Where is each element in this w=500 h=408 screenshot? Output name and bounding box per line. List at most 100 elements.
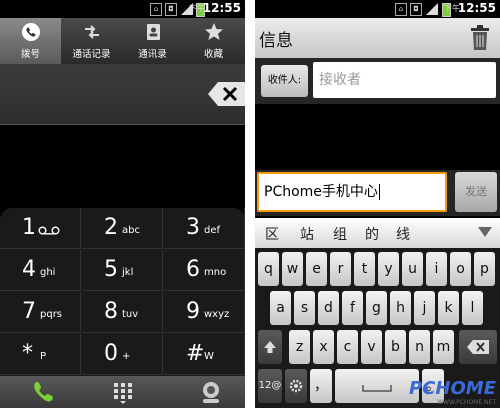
message-input[interactable]: PChome手机中心: [257, 172, 447, 212]
chevron-down-icon[interactable]: [478, 227, 492, 237]
key-6-number: 6: [186, 257, 200, 282]
key-hash[interactable]: # W: [164, 334, 245, 375]
notification-icon: ◘: [410, 3, 422, 16]
key-0[interactable]: 0 +: [82, 334, 163, 375]
key-6[interactable]: 6 mno: [164, 250, 245, 291]
dialpad-icon[interactable]: [112, 381, 134, 405]
backspace-icon[interactable]: [208, 82, 245, 106]
tab-call-log-label: 通话记录: [72, 49, 111, 60]
key-n[interactable]: n: [409, 330, 430, 364]
key-3-letters: def: [204, 225, 221, 236]
key-e[interactable]: e: [306, 252, 327, 286]
space-icon: [362, 385, 392, 392]
tab-contacts-label: 通讯录: [138, 49, 167, 60]
recipient-input[interactable]: 接收者: [313, 62, 496, 98]
space-key[interactable]: [335, 369, 419, 403]
key-c[interactable]: c: [337, 330, 358, 364]
key-3[interactable]: 3 def: [164, 208, 245, 249]
key-r[interactable]: r: [330, 252, 351, 286]
key-d[interactable]: d: [318, 291, 339, 325]
key-1-number: 1: [22, 215, 36, 240]
dialpad: 1 2 abc 3 def 4 ghi 5 jkl 6 mno 7 pqrs 8…: [0, 208, 245, 376]
gear-icon: [289, 379, 303, 393]
key-7[interactable]: 7 pqrs: [0, 292, 81, 333]
key-star[interactable]: * P: [0, 334, 81, 375]
send-button[interactable]: 发送: [455, 172, 497, 212]
usb-icon: ⌂: [150, 3, 162, 16]
watermark-brand: PCHOME: [409, 378, 496, 399]
pchome-watermark: PCHOME WWW.PCHOME.NET: [409, 378, 496, 406]
key-comma[interactable]: ，: [310, 369, 332, 403]
key-5-letters: jkl: [122, 267, 134, 278]
key-7-letters: pqrs: [40, 309, 63, 320]
tab-call-log[interactable]: 通话记录: [61, 18, 122, 64]
candidate-item[interactable]: 站: [300, 224, 314, 244]
key-star-letters: P: [40, 351, 47, 362]
key-b[interactable]: b: [385, 330, 406, 364]
tab-dial[interactable]: 拨号: [0, 18, 61, 64]
recipient-row: 收件人: 接收者: [255, 58, 500, 104]
key-z[interactable]: z: [289, 330, 310, 364]
tab-dial-label: 拨号: [20, 49, 40, 60]
phone-icon: [21, 23, 40, 41]
key-4[interactable]: 4 ghi: [0, 250, 81, 291]
call-icon[interactable]: [30, 379, 56, 405]
dialer-tabs: 拨号 通话记录 通讯录 收藏: [0, 18, 245, 64]
voicemail-button-icon[interactable]: [198, 379, 224, 405]
settings-key[interactable]: [285, 369, 307, 403]
key-9-number: 9: [186, 299, 200, 324]
key-9[interactable]: 9 wxyz: [164, 292, 245, 333]
recipient-button[interactable]: 收件人:: [261, 65, 308, 97]
key-g[interactable]: g: [366, 291, 387, 325]
key-i[interactable]: i: [426, 252, 447, 286]
voicemail-icon: [38, 226, 60, 235]
candidate-item[interactable]: 组: [333, 224, 347, 244]
key-u[interactable]: u: [402, 252, 423, 286]
key-f[interactable]: f: [342, 291, 363, 325]
key-y[interactable]: y: [378, 252, 399, 286]
candidate-item[interactable]: 的: [365, 224, 379, 244]
key-w[interactable]: w: [282, 252, 303, 286]
shift-key[interactable]: [258, 330, 282, 364]
key-m[interactable]: m: [433, 330, 454, 364]
key-p[interactable]: p: [474, 252, 495, 286]
numeric-switch-key[interactable]: 12@: [258, 369, 282, 403]
signal-icon: [426, 3, 438, 15]
key-4-letters: ghi: [40, 267, 56, 278]
key-l[interactable]: l: [462, 291, 483, 325]
key-1[interactable]: 1: [0, 208, 81, 249]
key-8-number: 8: [104, 299, 118, 324]
key-2-letters: abc: [122, 225, 140, 236]
number-display[interactable]: [0, 64, 245, 125]
key-s[interactable]: s: [294, 291, 315, 325]
key-x[interactable]: x: [313, 330, 334, 364]
tab-contacts[interactable]: 通讯录: [122, 18, 183, 64]
key-8[interactable]: 8 tuv: [82, 292, 163, 333]
text-cursor: [378, 184, 380, 200]
delete-key[interactable]: [459, 330, 497, 364]
message-text: PChome手机中心: [264, 184, 378, 200]
key-h[interactable]: h: [390, 291, 411, 325]
key-a[interactable]: a: [270, 291, 291, 325]
key-j[interactable]: j: [414, 291, 435, 325]
keyboard: q w e r t y u i o p a s d f g h j k l z …: [255, 248, 500, 408]
tab-favorites[interactable]: 收藏: [183, 18, 244, 64]
page-title: 信息: [259, 31, 293, 51]
call-log-icon: [84, 25, 99, 39]
tab-favorites-label: 收藏: [203, 49, 223, 60]
key-v[interactable]: v: [361, 330, 382, 364]
key-t[interactable]: t: [354, 252, 375, 286]
trash-icon[interactable]: [470, 25, 490, 51]
key-3-number: 3: [186, 215, 200, 240]
key-5-number: 5: [104, 257, 118, 282]
status-bar: ⌂ ◘ 下午 12:55: [0, 0, 245, 18]
key-star-symbol: *: [22, 341, 33, 366]
key-k[interactable]: k: [438, 291, 459, 325]
key-2[interactable]: 2 abc: [82, 208, 163, 249]
key-o[interactable]: o: [450, 252, 471, 286]
key-7-number: 7: [22, 299, 36, 324]
candidate-item[interactable]: 线: [396, 224, 410, 244]
key-q[interactable]: q: [258, 252, 279, 286]
candidate-item[interactable]: 区: [265, 224, 279, 244]
key-5[interactable]: 5 jkl: [82, 250, 163, 291]
